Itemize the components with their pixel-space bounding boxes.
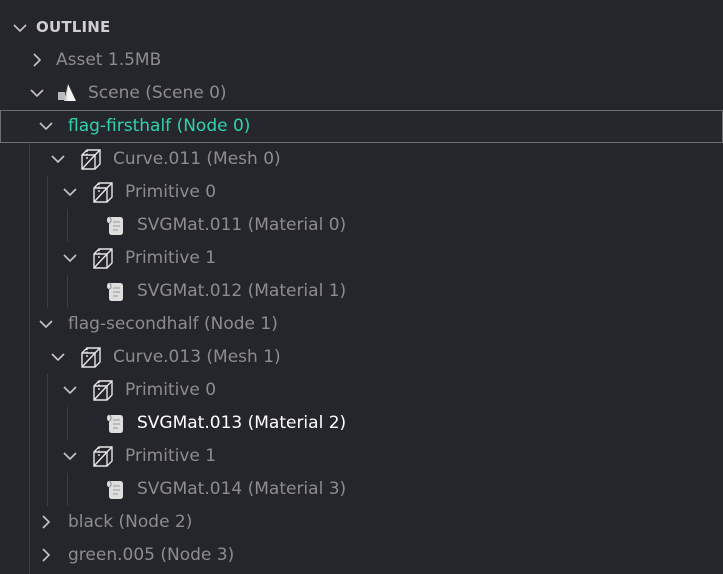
tree-item[interactable]: SVGMat.011 (Material 0): [0, 209, 723, 242]
tree-item-label: Curve.011 (Mesh 0): [113, 149, 281, 169]
mesh-icon: [79, 346, 103, 370]
scene-icon: [55, 82, 79, 106]
material-icon: [104, 412, 128, 436]
tree-item[interactable]: flag-secondhalf (Node 1): [0, 308, 723, 341]
chevron-down-icon[interactable]: [62, 184, 78, 200]
chevron-right-icon[interactable]: [29, 52, 45, 68]
chevron-down-icon[interactable]: [38, 316, 54, 332]
tree-item-label: Primitive 1: [125, 248, 217, 268]
tree-item-label: SVGMat.013 (Material 2): [137, 413, 347, 433]
tree-item[interactable]: Curve.011 (Mesh 0): [0, 143, 723, 176]
tree-item[interactable]: SVGMat.012 (Material 1): [0, 275, 723, 308]
tree-item[interactable]: SVGMat.014 (Material 3): [0, 473, 723, 506]
tree-item[interactable]: flag-firsthalf (Node 0): [0, 110, 723, 143]
outline-panel: OUTLINE Asset 1.5MB Scene (Scene 0) flag-f…: [0, 0, 723, 574]
chevron-down-icon[interactable]: [62, 250, 78, 266]
outline-section-header[interactable]: OUTLINE: [0, 11, 723, 44]
tree-item[interactable]: Primitive 1: [0, 242, 723, 275]
chevron-down-icon[interactable]: [50, 349, 66, 365]
tree-item-label: Primitive 0: [125, 182, 217, 202]
material-icon: [104, 478, 128, 502]
tree-item[interactable]: Primitive 1: [0, 440, 723, 473]
tree-item-label: SVGMat.011 (Material 0): [137, 215, 347, 235]
chevron-down-icon[interactable]: [50, 151, 66, 167]
chevron-down-icon[interactable]: [62, 382, 78, 398]
tree-item[interactable]: black (Node 2): [0, 506, 723, 539]
tree-item[interactable]: Asset 1.5MB: [0, 44, 723, 77]
chevron-down-icon[interactable]: [29, 85, 45, 101]
chevron-down-icon[interactable]: [62, 448, 78, 464]
chevron-down-icon[interactable]: [38, 118, 54, 134]
tree-item-label: SVGMat.012 (Material 1): [137, 281, 347, 301]
tree-item[interactable]: Scene (Scene 0): [0, 77, 723, 110]
material-icon: [104, 280, 128, 304]
material-icon: [104, 214, 128, 238]
section-title: OUTLINE: [36, 18, 111, 36]
tree-item-label: Primitive 0: [125, 380, 217, 400]
tree-item-label: Scene (Scene 0): [88, 83, 227, 103]
tree-item-label: flag-secondhalf (Node 1): [68, 314, 278, 334]
tree-item[interactable]: Primitive 0: [0, 374, 723, 407]
mesh-icon: [91, 379, 115, 403]
tree-item-label: black (Node 2): [68, 512, 193, 532]
mesh-icon: [91, 181, 115, 205]
tree-item-label: green.005 (Node 3): [68, 545, 235, 565]
chevron-right-icon[interactable]: [38, 547, 54, 563]
chevron-down-icon: [11, 19, 29, 37]
mesh-icon: [91, 247, 115, 271]
tree-item-label: Asset 1.5MB: [56, 50, 162, 70]
tree-item[interactable]: SVGMat.013 (Material 2): [0, 407, 723, 440]
tree-item-label: flag-firsthalf (Node 0): [68, 116, 251, 136]
tree-item-label: SVGMat.014 (Material 3): [137, 479, 347, 499]
tree-item[interactable]: green.005 (Node 3): [0, 539, 723, 572]
tree-item[interactable]: Primitive 0: [0, 176, 723, 209]
tree-item-label: Primitive 1: [125, 446, 217, 466]
tree-item-label: Curve.013 (Mesh 1): [113, 347, 281, 367]
mesh-icon: [79, 148, 103, 172]
chevron-right-icon[interactable]: [38, 514, 54, 530]
mesh-icon: [91, 445, 115, 469]
tree-item[interactable]: Curve.013 (Mesh 1): [0, 341, 723, 374]
